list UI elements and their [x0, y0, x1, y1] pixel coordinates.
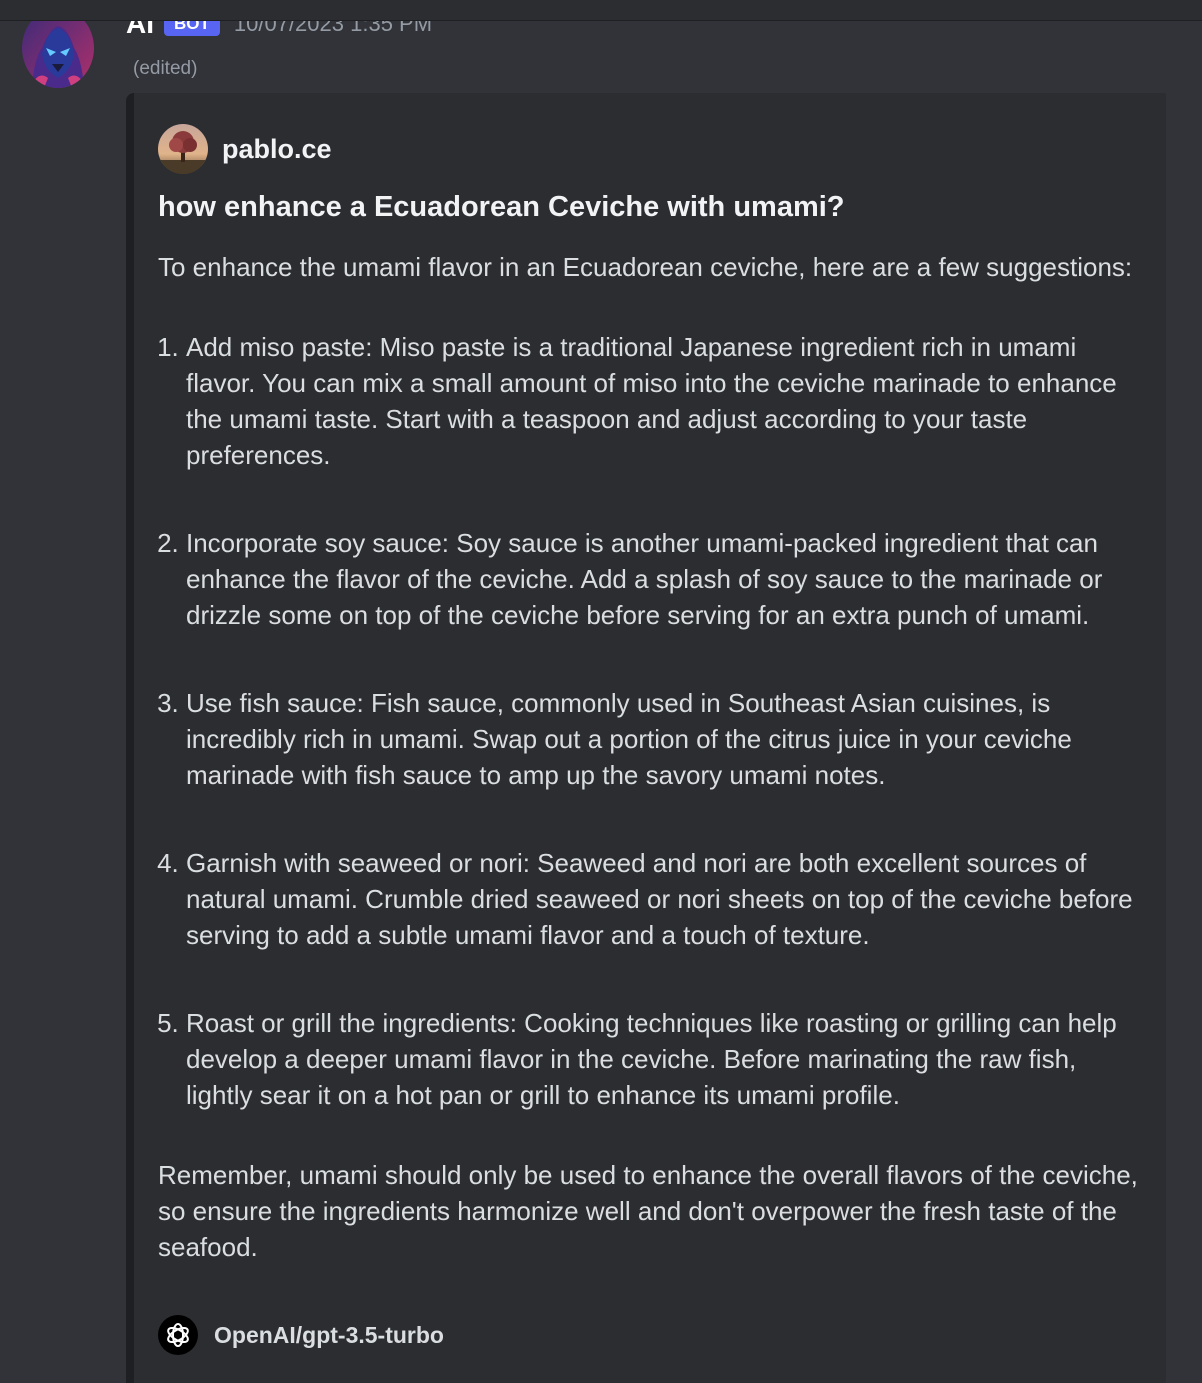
list-item: Incorporate soy sauce: Soy sauce is anot… [186, 525, 1143, 633]
embed-footer-text: OpenAI/gpt-3.5-turbo [214, 1321, 444, 1348]
suggestion-list: Add miso paste: Miso paste is a traditio… [158, 329, 1143, 1113]
intro-paragraph: To enhance the umami flavor in an Ecuado… [158, 252, 1133, 282]
top-bar [0, 0, 1202, 21]
outro-paragraph: Remember, umami should only be used to e… [158, 1160, 1138, 1262]
edited-label: (edited) [133, 58, 198, 79]
embed-card: pablo.ce how enhance a Ecuadorean Cevich… [126, 93, 1166, 1383]
embed-title: how enhance a Ecuadorean Ceviche with um… [158, 191, 845, 223]
list-item: Use fish sauce: Fish sauce, commonly use… [186, 685, 1143, 793]
embed-author: pablo.ce [158, 124, 332, 174]
author-avatar [158, 124, 208, 174]
list-item: Add miso paste: Miso paste is a traditio… [186, 329, 1143, 473]
embed-description: To enhance the umami flavor in an Ecuado… [158, 249, 1143, 1265]
embed-footer: OpenAI/gpt-3.5-turbo [158, 1315, 444, 1355]
tree-sunset-icon [158, 124, 208, 174]
list-item: Roast or grill the ingredients: Cooking … [186, 1005, 1143, 1113]
list-item: Garnish with seaweed or nori: Seaweed an… [186, 845, 1143, 953]
embed-author-name[interactable]: pablo.ce [222, 134, 332, 165]
openai-logo-icon [158, 1315, 198, 1355]
